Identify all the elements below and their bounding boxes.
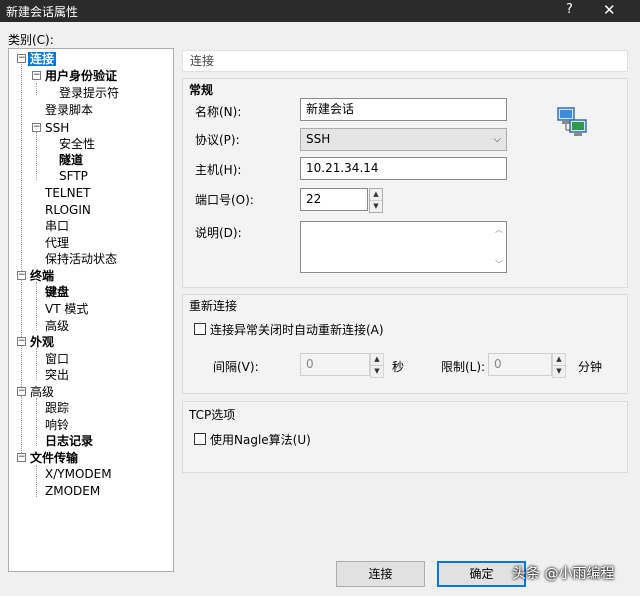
tree-item-logging[interactable]: 日志记录 bbox=[43, 433, 95, 449]
tree-item-connection[interactable]: 连接 bbox=[28, 51, 57, 67]
description-label: 说明(D): bbox=[195, 226, 242, 240]
expand-appearance-icon[interactable]: − bbox=[17, 337, 26, 346]
tree-item-highlight[interactable]: 突出 bbox=[43, 367, 71, 383]
scroll-up-icon[interactable]: ︿ bbox=[495, 224, 503, 235]
tree-item-login-script[interactable]: 登录脚本 bbox=[43, 102, 95, 118]
section-title: 连接 bbox=[182, 50, 628, 72]
spin-down-icon[interactable]: ▼ bbox=[370, 201, 382, 213]
close-button[interactable]: ✕ bbox=[603, 1, 616, 19]
description-textarea[interactable]: ︿ ﹀ bbox=[300, 221, 507, 273]
tree-item-telnet[interactable]: TELNET bbox=[43, 185, 93, 201]
chevron-down-icon: ⌵ bbox=[493, 134, 501, 145]
spin-down-icon[interactable]: ▼ bbox=[371, 366, 383, 378]
reconnect-group bbox=[182, 294, 628, 394]
tcp-group-title: TCP选项 bbox=[189, 408, 236, 422]
port-label: 端口号(O): bbox=[195, 193, 254, 207]
name-input[interactable]: 新建会话 bbox=[300, 98, 507, 121]
interval-label: 间隔(V): bbox=[213, 360, 259, 374]
name-label: 名称(N): bbox=[195, 105, 242, 119]
category-label: 类别(C): bbox=[8, 33, 54, 47]
tree-item-vt-mode[interactable]: VT 模式 bbox=[43, 301, 90, 317]
nagle-checkbox[interactable] bbox=[194, 433, 206, 445]
category-tree[interactable]: − 连接 − 用户身份验证 登录提示符 登录脚本 − SSH 安全性 隧道 SF… bbox=[8, 48, 174, 572]
expand-advanced-icon[interactable]: − bbox=[17, 387, 26, 396]
tree-item-trace[interactable]: 跟踪 bbox=[43, 400, 71, 416]
limit-spinner[interactable]: ▲ ▼ bbox=[552, 353, 566, 378]
port-spinner[interactable]: ▲ ▼ bbox=[369, 188, 383, 213]
tree-item-user-auth[interactable]: 用户身份验证 bbox=[43, 68, 119, 84]
tree-item-serial[interactable]: 串口 bbox=[43, 218, 71, 234]
expand-terminal-icon[interactable]: − bbox=[17, 271, 26, 280]
tree-item-login-prompt[interactable]: 登录提示符 bbox=[57, 85, 121, 101]
port-input[interactable]: 22 bbox=[300, 188, 368, 211]
tree-item-window[interactable]: 窗口 bbox=[43, 351, 71, 367]
minutes-label: 分钟 bbox=[578, 360, 603, 374]
window-title: 新建会话属性 bbox=[6, 5, 79, 19]
tree-item-proxy[interactable]: 代理 bbox=[43, 235, 71, 251]
network-computers-icon bbox=[557, 107, 587, 136]
tree-item-file-transfer[interactable]: 文件传输 bbox=[28, 450, 80, 466]
tree-item-security[interactable]: 安全性 bbox=[57, 136, 97, 152]
tree-item-terminal[interactable]: 终端 bbox=[28, 268, 56, 284]
auto-reconnect-label: 连接异常关闭时自动重新连接(A) bbox=[210, 323, 384, 337]
scroll-down-icon[interactable]: ﹀ bbox=[495, 259, 503, 270]
watermark: 头条 @小雨编程 bbox=[512, 566, 615, 582]
tree-item-appearance[interactable]: 外观 bbox=[28, 334, 56, 350]
tree-item-xymodem[interactable]: X/YMODEM bbox=[43, 466, 114, 482]
reconnect-group-title: 重新连接 bbox=[189, 299, 238, 313]
limit-input[interactable]: 0 bbox=[488, 353, 552, 376]
interval-spinner[interactable]: ▲ ▼ bbox=[370, 353, 384, 378]
tree-item-keyboard[interactable]: 键盘 bbox=[43, 284, 71, 300]
tree-item-keepalive[interactable]: 保持活动状态 bbox=[43, 251, 119, 267]
host-label: 主机(H): bbox=[195, 163, 242, 177]
tree-item-terminal-advanced[interactable]: 高级 bbox=[43, 318, 71, 334]
tree-item-tunnel[interactable]: 隧道 bbox=[57, 152, 85, 168]
expand-ssh-icon[interactable]: − bbox=[32, 123, 41, 132]
interval-input[interactable]: 0 bbox=[300, 353, 370, 376]
expand-user-auth-icon[interactable]: − bbox=[32, 71, 41, 80]
tree-item-rlogin[interactable]: RLOGIN bbox=[43, 202, 93, 218]
general-group-title: 常规 bbox=[189, 83, 214, 97]
tree-item-advanced[interactable]: 高级 bbox=[28, 384, 56, 400]
spin-up-icon[interactable]: ▲ bbox=[371, 354, 383, 366]
seconds-label: 秒 bbox=[392, 360, 405, 374]
spin-up-icon[interactable]: ▲ bbox=[370, 189, 382, 201]
protocol-label: 协议(P): bbox=[195, 133, 240, 147]
spin-down-icon[interactable]: ▼ bbox=[553, 366, 565, 378]
tree-item-sftp[interactable]: SFTP bbox=[57, 168, 90, 184]
expand-connection-icon[interactable]: − bbox=[17, 54, 26, 63]
host-input[interactable]: 10.21.34.14 bbox=[300, 157, 507, 180]
tree-item-ssh[interactable]: SSH bbox=[43, 120, 71, 136]
spin-up-icon[interactable]: ▲ bbox=[553, 354, 565, 366]
protocol-select[interactable]: SSH ⌵ bbox=[300, 128, 507, 151]
protocol-value: SSH bbox=[306, 132, 331, 146]
expand-file-transfer-icon[interactable]: − bbox=[17, 453, 26, 462]
auto-reconnect-checkbox[interactable] bbox=[194, 323, 206, 335]
connect-button[interactable]: 连接 bbox=[336, 561, 425, 587]
title-bar: 新建会话属性 ? ✕ bbox=[0, 0, 640, 22]
limit-label: 限制(L): bbox=[441, 360, 486, 374]
help-button[interactable]: ? bbox=[566, 2, 573, 17]
nagle-label: 使用Nagle算法(U) bbox=[210, 433, 311, 447]
tree-item-bell[interactable]: 响铃 bbox=[43, 417, 71, 433]
tree-item-zmodem[interactable]: ZMODEM bbox=[43, 483, 102, 499]
